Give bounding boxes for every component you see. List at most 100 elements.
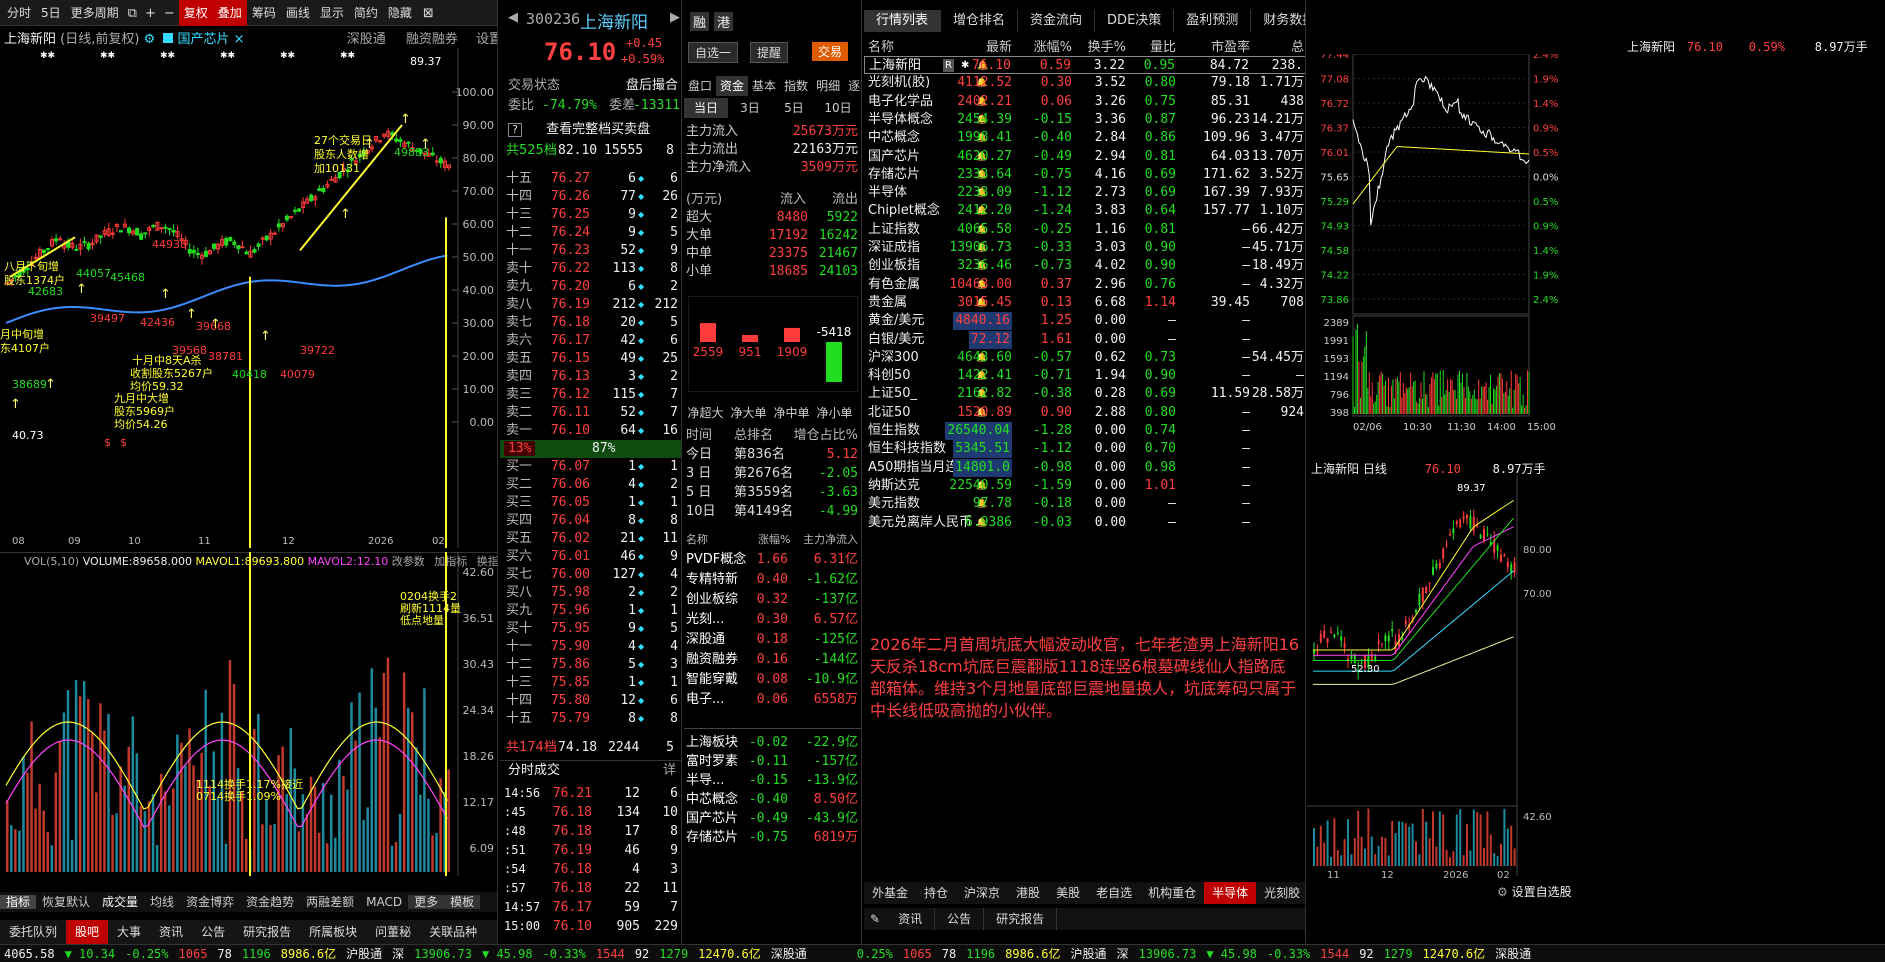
- market-row[interactable]: 科创50 🔔 1422.41 -0.71 1.94 0.90— —: [864, 367, 1305, 385]
- market-row[interactable]: 黄金/美元🔔4840.161.250.00——: [864, 312, 1305, 331]
- overlay-name[interactable]: 国产芯片: [178, 32, 230, 47]
- sector2-row[interactable]: 国产芯片 -0.49 -43.9亿: [684, 809, 861, 829]
- settings-icon[interactable]: ⚙: [144, 32, 156, 47]
- sector2-row[interactable]: 存储芯片 -0.75 6819万: [684, 828, 861, 848]
- fund-period-1[interactable]: 3日: [728, 98, 772, 118]
- market-tab-4[interactable]: 盈利预测: [1174, 10, 1252, 32]
- footer-tab-5[interactable]: 研究报告: [234, 920, 300, 944]
- market-col-head[interactable]: 名称: [868, 36, 894, 55]
- prev-stock-icon[interactable]: ◀: [508, 10, 518, 25]
- book-row[interactable]: 卖三 76.12 115 ◆ 7: [500, 386, 681, 404]
- kline-tab-3[interactable]: 均线: [144, 895, 180, 909]
- book-row[interactable]: 买一 76.07 1 ◆ 1: [500, 458, 681, 476]
- market-row[interactable]: 美元兑离岸人民币 🔔 6.9386 -0.03 0.00— —: [864, 514, 1305, 532]
- fund-tab-1[interactable]: 资金: [716, 76, 749, 96]
- market-row[interactable]: 上证指数 🔔 4065.58 -0.25 1.16 0.81—66.42万: [864, 221, 1305, 239]
- fund-tab-3[interactable]: 指数: [780, 76, 812, 96]
- book-row[interactable]: 十一 76.23 52 ◆ 9: [500, 242, 681, 260]
- footer-tab-1[interactable]: 股吧: [66, 920, 109, 944]
- sector-row[interactable]: 融资融券 0.16 -144亿: [684, 650, 861, 670]
- book-row[interactable]: 十四 75.80 12 ◆ 6: [500, 692, 681, 710]
- market-col-head[interactable]: 换手%: [1088, 36, 1126, 55]
- footer-tab-8[interactable]: 关联品种: [420, 920, 486, 944]
- book-row[interactable]: 十二 76.24 9 ◆ 5: [500, 224, 681, 242]
- market-row[interactable]: A50期指当月连续🔔14801.0-0.980.000.98—: [864, 458, 1305, 477]
- market-bottom-tab-5[interactable]: 老自选: [1088, 882, 1140, 904]
- book-row[interactable]: 买九 75.96 1 ◆ 1: [500, 602, 681, 620]
- plus-icon[interactable]: +: [141, 1, 160, 27]
- market-row[interactable]: 沪深300 🔔 4643.60 -0.57 0.62 0.73—54.45万: [864, 349, 1305, 367]
- market-row[interactable]: 光刻机(胶) 🔔 4112.52 0.30 3.52 0.80 79.18 1.71万: [864, 74, 1305, 92]
- book-row[interactable]: 卖十 76.22 113 ◆ 8: [500, 260, 681, 278]
- market-row[interactable]: 深证成指 🔔 13906.73 -0.33 3.03 0.90—45.71万: [864, 239, 1305, 257]
- book-row[interactable]: 买十 75.95 9 ◆ 5: [500, 620, 681, 638]
- market-row[interactable]: 国产芯片 🔔 4620.27 -0.49 2.94 0.81 64.03 13.70万: [864, 148, 1305, 166]
- intraday-chart[interactable]: 77.44 2.4% 77.08 1.9% 76.72 1.4% 76.37 0.9% 76.0…: [1307, 54, 1885, 458]
- market-tab-3[interactable]: DDE决策: [1095, 10, 1175, 32]
- market-row[interactable]: 电子化学品 🔔 2402.21 0.06 3.26 0.75 85.31 438: [864, 93, 1305, 111]
- market-row[interactable]: 上证50_ 🔔 2162.82 -0.38 0.28 0.69 11.59 28.58万: [864, 385, 1305, 403]
- sector2-row[interactable]: 半导... -0.15 -13.9亿: [684, 771, 861, 791]
- market-col-head[interactable]: 总: [1291, 36, 1304, 55]
- market-row[interactable]: 北证50 🔔 1520.89 0.90 2.88 0.80—924: [864, 404, 1305, 422]
- fund-tab-2[interactable]: 基本: [748, 76, 780, 96]
- book-row[interactable]: 十三 75.85 1 ◆ 1: [500, 674, 681, 692]
- kline-tab-1[interactable]: 恢复默认: [36, 895, 96, 909]
- market-row[interactable]: Chiplet概念 🔔 2412.20 -1.24 3.83 0.64 157.77 1.10…: [864, 202, 1305, 220]
- market-row[interactable]: 中芯概念 🔔 1998.41 -0.40 2.84 0.86 109.96 3.47万: [864, 129, 1305, 147]
- fund-period-2[interactable]: 5日: [772, 98, 816, 118]
- kline-tab-0[interactable]: 指标: [0, 895, 37, 909]
- kline-tab-4[interactable]: 资金博弈: [180, 895, 240, 909]
- book-row[interactable]: 买七 76.00 127 ◆ 4: [500, 566, 681, 584]
- book-row[interactable]: 十三 76.25 9 ◆ 2: [500, 206, 681, 224]
- ticks-detail-button[interactable]: 详: [663, 761, 676, 781]
- kline-chart[interactable]: 100.0090.0080.0070.0060.0050.0040.0030.0…: [0, 48, 498, 548]
- sector-row[interactable]: 专精特新 0.40 -1.62亿: [684, 570, 861, 590]
- fund-tab-4[interactable]: 明细: [812, 76, 844, 96]
- book-row[interactable]: 十五 75.79 8 ◆ 8: [500, 710, 681, 728]
- footer-tab-3[interactable]: 资讯: [150, 920, 192, 944]
- market-row[interactable]: 半导体 🔔 2233.09 -1.12 2.73 0.69 167.39 7.93万: [864, 184, 1305, 202]
- overlay-checkbox-icon[interactable]: [163, 33, 174, 43]
- market-row[interactable]: 存储芯片 🔔 2333.64 -0.75 4.16 0.69 171.62 3.52万: [864, 166, 1305, 184]
- trade-button[interactable]: 交易: [812, 42, 849, 61]
- toolbar-btn-3[interactable]: 复权: [178, 0, 213, 26]
- book-row[interactable]: 卖一 76.10 64 ◆ 16: [500, 422, 681, 440]
- book-row[interactable]: 买二 76.06 4 ◆ 2: [500, 476, 681, 494]
- sector-row[interactable]: 创业板综 0.32 -137亿: [684, 590, 861, 610]
- toolbar-btn-9[interactable]: 隐藏: [383, 0, 417, 26]
- volume-chart[interactable]: 42.60 36.51 30.43 24.34 18.26 12.17 6.09 0204换手…: [0, 552, 498, 876]
- market-col-head[interactable]: 量比: [1150, 36, 1176, 55]
- book-row[interactable]: 十二 75.86 5 ◆ 3: [500, 656, 681, 674]
- sector-row[interactable]: 深股通 0.18 -125亿: [684, 630, 861, 650]
- toolbar-btn-2[interactable]: 更多周期: [66, 0, 124, 26]
- market-bottom-tab-6[interactable]: 机构重仓: [1140, 882, 1204, 904]
- footer-tab-2[interactable]: 大事: [108, 920, 150, 944]
- market-tab-0[interactable]: 行情列表: [864, 10, 942, 32]
- toolbar-btn-7[interactable]: 显示: [315, 0, 349, 26]
- overlay-close-icon[interactable]: ×: [234, 32, 245, 47]
- kline-tab-6[interactable]: 两融差额: [300, 895, 360, 909]
- book-row[interactable]: 买四 76.04 8 ◆ 8: [500, 512, 681, 530]
- market-bottom-tab-2[interactable]: 沪深京: [956, 882, 1008, 904]
- market-bottom-tab-3[interactable]: 港股: [1008, 882, 1048, 904]
- market-col-head[interactable]: 涨幅%: [1034, 36, 1072, 55]
- fund-tab-5[interactable]: 逐笔: [844, 76, 861, 96]
- title-link-2[interactable]: 设置均线: [476, 32, 497, 47]
- market-bottom-tab-1[interactable]: 持仓: [916, 882, 956, 904]
- fund-period-3[interactable]: 10日: [816, 98, 860, 118]
- market-row[interactable]: 恒生指数🔔26540.04-1.280.000.74—: [864, 422, 1305, 440]
- footer-tab-7[interactable]: 问董秘: [366, 920, 420, 944]
- book-row[interactable]: 卖六 76.17 42 ◆ 6: [500, 332, 681, 350]
- full-book-link[interactable]: ? 查看完整档买卖盘: [508, 120, 678, 140]
- toolbar-btn-4[interactable]: 叠加: [212, 0, 247, 26]
- copy-icon[interactable]: ⧉: [124, 1, 141, 27]
- book-row[interactable]: 买五 76.02 21 ◆ 11: [500, 530, 681, 548]
- sector-row[interactable]: 电子... 0.06 6558万: [684, 690, 861, 710]
- market-col-head[interactable]: 市盈率: [1211, 36, 1250, 55]
- fullscreen-icon[interactable]: ⊠: [417, 0, 440, 28]
- market-col-head[interactable]: 最新: [986, 36, 1012, 55]
- alert-button[interactable]: 提醒: [750, 42, 789, 63]
- book-row[interactable]: 卖五 76.15 49 ◆ 25: [500, 350, 681, 368]
- toolbar-btn-1[interactable]: 5日: [36, 0, 66, 26]
